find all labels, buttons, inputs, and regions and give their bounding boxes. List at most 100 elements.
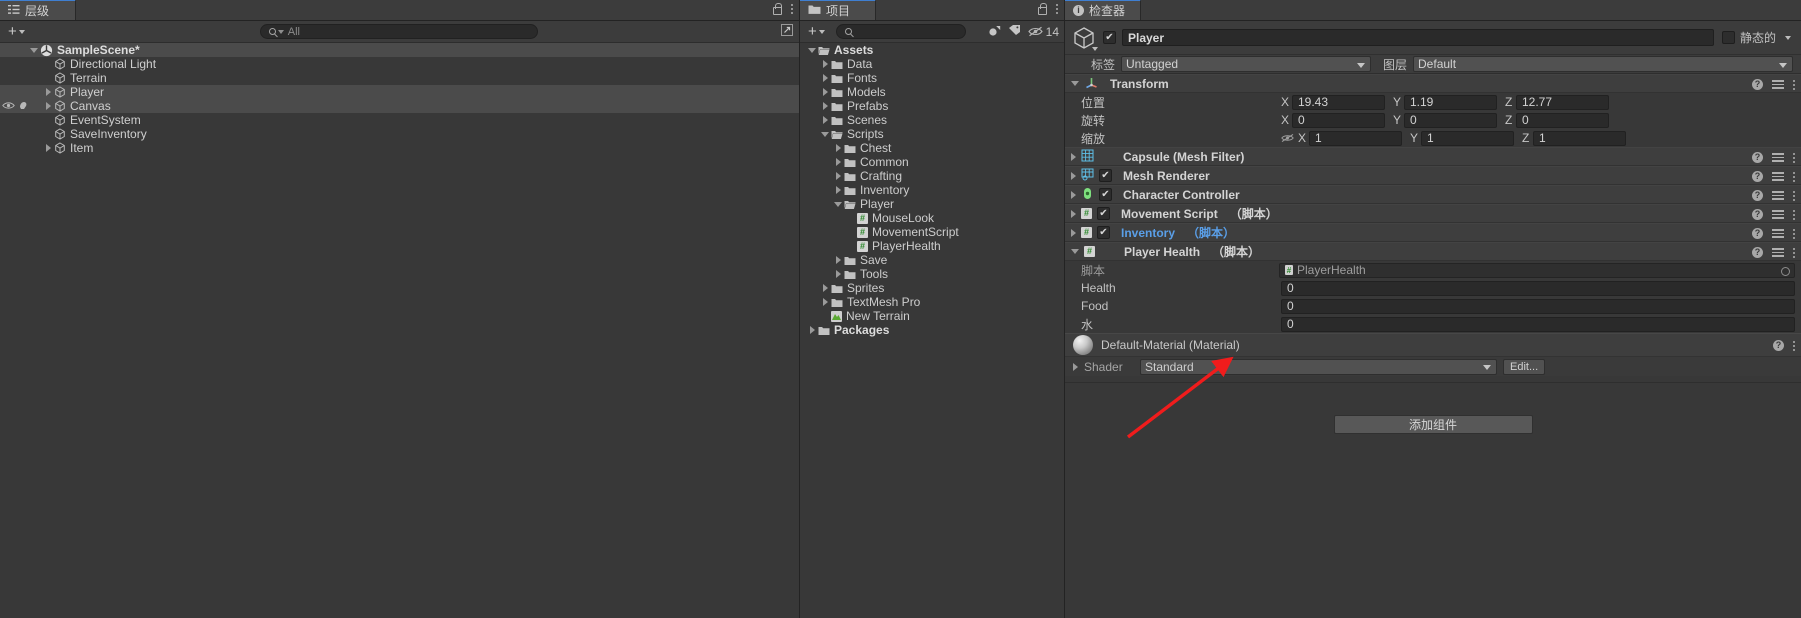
shader-dropdown[interactable]: Standard (1140, 358, 1497, 375)
preset-icon[interactable] (1772, 190, 1784, 201)
transform-旋转-y-input[interactable]: 0 (1404, 112, 1497, 128)
chevron-right-icon[interactable] (1071, 171, 1076, 180)
component-header-player-health[interactable]: # Player Health （脚本）? (1065, 242, 1801, 261)
tree-twisty[interactable] (832, 172, 844, 180)
hierarchy-item-directional-light[interactable]: Directional Light (0, 57, 799, 71)
hierarchy-item-eventsystem[interactable]: EventSystem (0, 113, 799, 127)
component-header-transform[interactable]: Transform ? (1065, 74, 1801, 93)
field-input-Food[interactable]: 0 (1281, 298, 1795, 314)
project-item-movementscript[interactable]: # MovementScript (800, 225, 1064, 239)
tree-twisty[interactable] (832, 270, 844, 278)
tree-twisty[interactable] (819, 88, 831, 96)
tree-twisty[interactable] (42, 144, 54, 152)
field-input-Health[interactable]: 0 (1281, 280, 1795, 296)
project-item-new-terrain[interactable]: New Terrain (800, 309, 1064, 323)
project-item-prefabs[interactable]: Prefabs (800, 99, 1064, 113)
component-header-inventory[interactable]: # ✔ Inventory （脚本）? (1065, 223, 1801, 242)
static-dropdown-chevron-icon[interactable] (1785, 35, 1791, 40)
expand-window-icon[interactable] (780, 23, 794, 40)
hidden-assets-toggle[interactable]: 14 (1027, 25, 1059, 39)
transform-位置-z-input[interactable]: 12.77 (1516, 94, 1609, 110)
component-header-character-controller[interactable]: ✔ Character Controller? (1065, 185, 1801, 204)
help-icon[interactable]: ? (1773, 340, 1784, 351)
project-item-mouselook[interactable]: # MouseLook (800, 211, 1064, 225)
component-header-mesh-renderer[interactable]: ✔ Mesh Renderer? (1065, 166, 1801, 185)
project-item-tools[interactable]: Tools (800, 267, 1064, 281)
component-enabled-checkbox[interactable]: ✔ (1097, 226, 1110, 239)
tree-twisty[interactable] (832, 158, 844, 166)
project-item-sprites[interactable]: Sprites (800, 281, 1064, 295)
label-tag-icon[interactable] (1008, 24, 1022, 39)
tree-twisty[interactable] (832, 144, 844, 152)
object-enabled-checkbox[interactable]: ✔ (1103, 31, 1116, 44)
edit-shader-button[interactable]: Edit... (1503, 358, 1546, 375)
hierarchy-search-input[interactable]: All (259, 24, 538, 39)
project-item-common[interactable]: Common (800, 155, 1064, 169)
transform-缩放-z-input[interactable]: 1 (1533, 130, 1626, 146)
tree-twisty[interactable] (42, 88, 54, 96)
preset-icon[interactable] (1772, 228, 1784, 239)
kebab-menu-icon[interactable] (791, 3, 793, 14)
transform-旋转-z-input[interactable]: 0 (1516, 112, 1609, 128)
tree-twisty[interactable] (28, 47, 40, 53)
kebab-menu-icon[interactable] (1056, 3, 1058, 14)
kebab-menu-icon[interactable] (1793, 171, 1795, 182)
tree-twisty[interactable] (806, 326, 818, 334)
material-header[interactable]: Default-Material (Material) ? (1065, 333, 1801, 357)
lock-icon[interactable] (772, 3, 782, 15)
tree-twisty[interactable] (832, 256, 844, 264)
field-input-水[interactable]: 0 (1281, 316, 1795, 332)
tree-twisty[interactable] (42, 102, 54, 110)
project-item-scenes[interactable]: Scenes (800, 113, 1064, 127)
kebab-menu-icon[interactable] (1793, 152, 1795, 163)
preset-icon[interactable] (1772, 171, 1784, 182)
project-item-models[interactable]: Models (800, 85, 1064, 99)
hierarchy-item-canvas[interactable]: Canvas (0, 99, 799, 113)
hierarchy-item-samplescene[interactable]: SampleScene* (0, 43, 799, 57)
project-item-chest[interactable]: Chest (800, 141, 1064, 155)
hierarchy-item-item[interactable]: Item (0, 141, 799, 155)
project-item-data[interactable]: Data (800, 57, 1064, 71)
help-icon[interactable]: ? (1752, 190, 1763, 201)
kebab-menu-icon[interactable] (1793, 190, 1795, 201)
visibility-controls[interactable] (2, 100, 29, 111)
help-icon[interactable]: ? (1752, 79, 1763, 90)
help-icon[interactable]: ? (1752, 152, 1763, 163)
object-picker-icon[interactable] (1781, 266, 1790, 276)
component-enabled-checkbox[interactable]: ✔ (1099, 169, 1112, 182)
tree-twisty[interactable] (819, 60, 831, 68)
preset-icon[interactable] (1772, 247, 1784, 258)
chevron-right-icon[interactable] (1071, 209, 1076, 218)
transform-缩放-y-input[interactable]: 1 (1421, 130, 1514, 146)
project-item-save[interactable]: Save (800, 253, 1064, 267)
transform-旋转-x-input[interactable]: 0 (1292, 112, 1385, 128)
help-icon[interactable]: ? (1752, 228, 1763, 239)
tab-hierarchy[interactable]: 层级 (0, 0, 76, 20)
component-enabled-checkbox[interactable]: ✔ (1097, 207, 1110, 220)
preset-icon[interactable] (1772, 79, 1784, 90)
project-item-assets[interactable]: Assets (800, 43, 1064, 57)
lighting-filter-icon[interactable] (988, 24, 1002, 40)
add-component-button[interactable]: 添加组件 (1333, 415, 1533, 434)
tree-twisty[interactable] (819, 102, 831, 110)
create-asset-button[interactable]: + (805, 24, 828, 39)
tree-twisty[interactable] (819, 131, 831, 137)
component-header-capsule-mesh-filter[interactable]: Capsule (Mesh Filter)? (1065, 147, 1801, 166)
layer-dropdown[interactable]: Default (1413, 56, 1793, 72)
transform-位置-y-input[interactable]: 1.19 (1404, 94, 1497, 110)
project-search-input[interactable] (835, 24, 966, 39)
tree-twisty[interactable] (819, 74, 831, 82)
tree-twisty[interactable] (819, 298, 831, 306)
chevron-right-icon[interactable] (1071, 152, 1076, 161)
kebab-menu-icon[interactable] (1793, 209, 1795, 220)
tree-twisty[interactable] (832, 186, 844, 194)
tree-twisty[interactable] (819, 116, 831, 124)
project-item-textmesh-pro[interactable]: TextMesh Pro (800, 295, 1064, 309)
component-header-movement-script[interactable]: # ✔ Movement Script （脚本）? (1065, 204, 1801, 223)
project-item-playerhealth[interactable]: # PlayerHealth (800, 239, 1064, 253)
tab-project[interactable]: 项目 (800, 0, 876, 20)
transform-位置-x-input[interactable]: 19.43 (1292, 94, 1385, 110)
hierarchy-item-player[interactable]: Player (0, 85, 799, 99)
tree-twisty[interactable] (806, 47, 818, 53)
preset-icon[interactable] (1772, 152, 1784, 163)
